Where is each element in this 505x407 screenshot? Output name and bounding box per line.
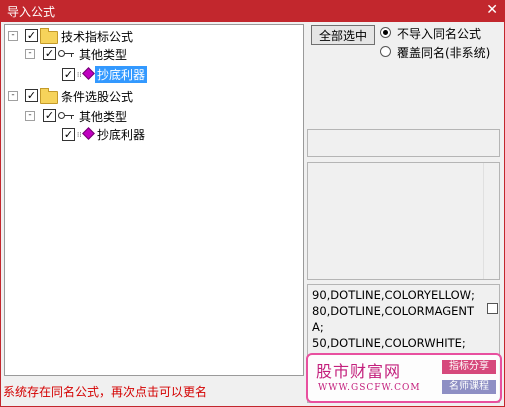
watermark-tag-share: 指标分享	[442, 360, 496, 374]
title-bar[interactable]: 导入公式 ✕	[1, 0, 504, 22]
tree-checkbox[interactable]: ✓	[25, 89, 38, 102]
watermark-tag-courses: 名师课程	[442, 380, 496, 394]
tree-checkbox[interactable]: ✓	[25, 29, 38, 42]
radio-button[interactable]	[380, 46, 391, 57]
folder-icon	[40, 28, 58, 44]
folder-icon	[40, 88, 58, 104]
watermark-site-name: 股市财富网	[316, 362, 402, 381]
code-checkbox[interactable]	[487, 303, 498, 314]
import-formula-dialog: 导入公式 ✕ - ✓ 技术指标公式 - ✓ 其他类型 ✓ ⁞⁞ 抄底利器 - ✓…	[0, 0, 505, 407]
scrollbar[interactable]	[483, 163, 499, 279]
key-icon	[58, 48, 74, 60]
tree-checkbox[interactable]: ✓	[43, 47, 56, 60]
select-all-button[interactable]: 全部选中	[311, 25, 375, 45]
gem-icon: ⁞⁞	[77, 127, 95, 140]
collapse-icon[interactable]: -	[8, 31, 18, 41]
collapse-icon[interactable]: -	[8, 91, 18, 101]
formula-tree[interactable]: - ✓ 技术指标公式 - ✓ 其他类型 ✓ ⁞⁞ 抄底利器 - ✓ 条件选股公式…	[4, 24, 304, 376]
tree-node-label: 其他类型	[79, 110, 128, 124]
tree-node-stock-screening[interactable]: - ✓ 条件选股公式	[5, 87, 295, 105]
status-message: 系统存在同名公式，再次点击可以更名	[3, 385, 208, 399]
formula-description-panel[interactable]	[307, 162, 500, 280]
tree-node-label: 抄底利器	[97, 128, 146, 142]
close-icon[interactable]: ✕	[486, 2, 498, 18]
site-watermark-logo: 股市财富网 WWW.GSCFW.COM 指标分享 名师课程	[306, 353, 502, 403]
formula-name-panel	[307, 129, 500, 157]
collapse-icon[interactable]: -	[25, 49, 35, 59]
watermark-url: WWW.GSCFW.COM	[318, 383, 421, 393]
tree-node-other-types[interactable]: - ✓ 其他类型	[5, 45, 295, 63]
formula-code-text: 90,DOTLINE,COLORYELLOW; 80,DOTLINE,COLOR…	[312, 288, 475, 350]
tree-node-bottom-fishing-tool-2[interactable]: ✓ ⁞⁞ 抄底利器	[5, 125, 295, 143]
tree-node-bottom-fishing-tool[interactable]: ✓ ⁞⁞ 抄底利器	[5, 65, 295, 83]
tree-node-label-selected: 抄底利器	[95, 66, 148, 83]
tree-node-label: 条件选股公式	[61, 90, 134, 104]
window-title: 导入公式	[7, 5, 56, 19]
radio-label: 不导入同名公式	[397, 27, 482, 41]
tree-checkbox[interactable]: ✓	[62, 128, 75, 141]
tree-node-other-types-2[interactable]: - ✓ 其他类型	[5, 107, 295, 125]
tree-checkbox[interactable]: ✓	[62, 68, 75, 81]
radio-button-checked[interactable]	[380, 27, 391, 38]
radio-label: 覆盖同名(非系统)	[397, 46, 491, 60]
collapse-icon[interactable]: -	[25, 111, 35, 121]
tree-checkbox[interactable]: ✓	[43, 109, 56, 122]
tree-node-label: 其他类型	[79, 48, 128, 62]
gem-icon: ⁞⁞	[77, 67, 95, 80]
tree-node-label: 技术指标公式	[61, 30, 134, 44]
key-icon	[58, 110, 74, 122]
tree-node-technical-indicators[interactable]: - ✓ 技术指标公式	[5, 27, 295, 45]
